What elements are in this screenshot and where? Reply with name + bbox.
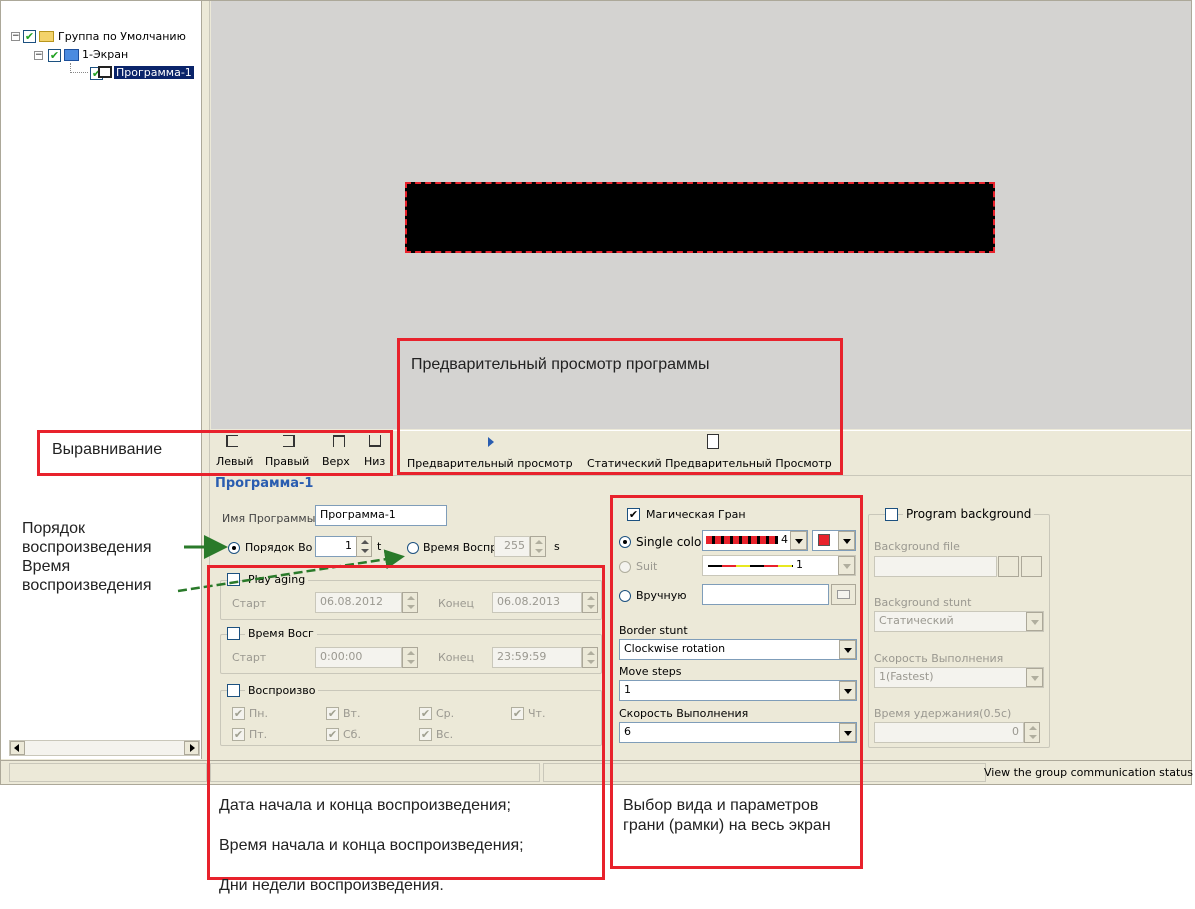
schedule-times-text: Время начала и конца воспроизведения; (219, 837, 524, 854)
schedule-annotation-box (207, 565, 605, 880)
schedule-weekdays-text: Дни недели воспроизведения. (219, 877, 444, 894)
border-note-line2: грани (рамки) на весь экран (623, 817, 831, 834)
schedule-dates-text: Дата начала и конца воспроизведения; (219, 797, 511, 814)
border-note-line1: Выбор вида и параметров (623, 797, 819, 814)
